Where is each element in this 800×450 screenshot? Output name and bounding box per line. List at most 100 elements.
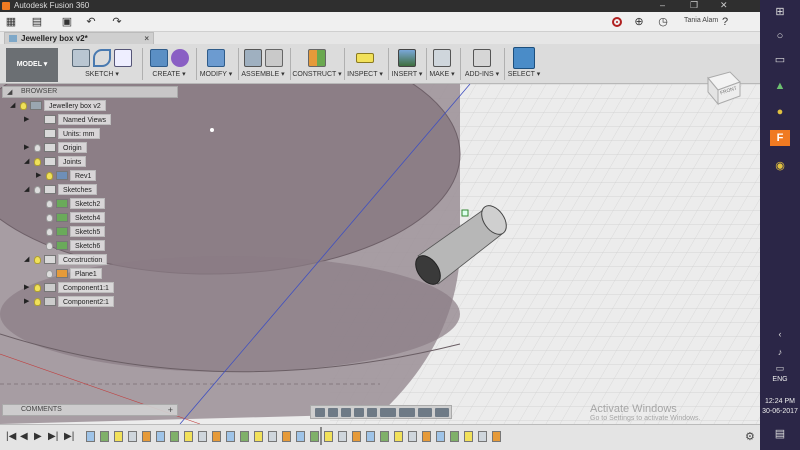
timeline-feature-icon[interactable] bbox=[296, 431, 305, 442]
rectangle-tool-icon[interactable] bbox=[114, 49, 132, 67]
zoom-icon[interactable] bbox=[354, 407, 364, 417]
browser-header[interactable]: ◢ BROWSER bbox=[2, 86, 178, 98]
insert-image-icon[interactable] bbox=[398, 49, 416, 67]
close-window-button[interactable]: ✕ bbox=[720, 0, 728, 11]
clock-date[interactable]: 30-06-2017 bbox=[760, 408, 800, 415]
timeline-feature-icon[interactable] bbox=[338, 431, 347, 442]
visibility-bulb-icon[interactable] bbox=[34, 186, 41, 194]
visibility-bulb-icon[interactable] bbox=[46, 200, 53, 208]
timeline-next-button[interactable]: ▶| bbox=[48, 431, 58, 442]
network-icon[interactable]: ▭ bbox=[770, 360, 790, 376]
addins-group[interactable]: ADD-INS ▾ bbox=[462, 46, 502, 82]
help-icon[interactable]: ? bbox=[718, 15, 732, 29]
timeline-feature-icon[interactable] bbox=[86, 431, 95, 442]
timeline-feature-icon[interactable] bbox=[142, 431, 151, 442]
timeline-feature-icon[interactable] bbox=[268, 431, 277, 442]
new-component-icon[interactable] bbox=[243, 49, 262, 67]
look-at-icon[interactable] bbox=[328, 407, 338, 417]
press-pull-icon[interactable] bbox=[207, 49, 225, 67]
visibility-bulb-icon[interactable] bbox=[34, 144, 41, 152]
timeline-feature-icon[interactable] bbox=[226, 431, 235, 442]
pan-icon[interactable] bbox=[341, 407, 351, 417]
modify-group[interactable]: MODIFY ▾ bbox=[198, 46, 234, 82]
visibility-bulb-icon[interactable] bbox=[46, 270, 53, 278]
timeline-marker[interactable] bbox=[320, 427, 322, 445]
file-menu-icon[interactable]: ▤ bbox=[30, 15, 44, 29]
assemble-menu-label[interactable]: ASSEMBLE ▾ bbox=[240, 70, 286, 80]
cortana-search-icon[interactable]: ○ bbox=[770, 28, 790, 44]
expand-arrow-icon[interactable]: ▶ bbox=[36, 170, 44, 181]
timeline-last-button[interactable]: ▶| bbox=[64, 431, 74, 442]
insert-group[interactable]: INSERT ▾ bbox=[390, 46, 424, 82]
addins-menu-label[interactable]: ADD-INS ▾ bbox=[462, 70, 502, 80]
visibility-bulb-icon[interactable] bbox=[20, 102, 27, 110]
job-status-icon[interactable]: ⊕ bbox=[632, 15, 646, 29]
sculpt-form-icon[interactable] bbox=[170, 49, 189, 67]
timeline-prev-button[interactable]: ◀ bbox=[20, 431, 28, 442]
visibility-bulb-icon[interactable] bbox=[34, 158, 41, 166]
task-view-icon[interactable]: ▭ bbox=[770, 52, 790, 68]
collapse-arrow-icon[interactable]: ◢ bbox=[7, 88, 12, 98]
document-tab[interactable]: Jewellery box v2* × bbox=[4, 32, 154, 44]
viewcube[interactable]: FRONT bbox=[700, 64, 744, 108]
construct-group[interactable]: CONSTRUCT ▾ bbox=[292, 46, 342, 82]
expand-arrow-icon[interactable]: ◢ bbox=[24, 156, 32, 167]
extrude-icon[interactable] bbox=[149, 49, 168, 67]
sketch-group[interactable]: SKETCH ▾ bbox=[62, 46, 142, 82]
viewports-icon[interactable] bbox=[435, 407, 449, 417]
history-clock-icon[interactable]: ◷ bbox=[656, 15, 670, 29]
timeline-feature-icon[interactable] bbox=[478, 431, 487, 442]
visibility-bulb-icon[interactable] bbox=[46, 172, 53, 180]
3d-print-icon[interactable] bbox=[433, 49, 451, 67]
app-tray-icon[interactable]: ▲ bbox=[770, 78, 790, 94]
sketch-menu-label[interactable]: SKETCH ▾ bbox=[62, 70, 142, 80]
minimize-button[interactable]: – bbox=[660, 0, 665, 10]
grid-snap-icon[interactable] bbox=[418, 407, 432, 417]
volume-icon[interactable]: ♪ bbox=[770, 344, 790, 360]
maximize-button[interactable]: ❐ bbox=[690, 0, 698, 11]
display-settings-icon[interactable] bbox=[399, 407, 415, 417]
select-group[interactable]: SELECT ▾ bbox=[506, 46, 542, 82]
timeline-first-button[interactable]: |◀ bbox=[6, 431, 16, 442]
timeline-feature-icon[interactable] bbox=[170, 431, 179, 442]
visibility-bulb-icon[interactable] bbox=[46, 214, 53, 222]
timeline-feature-icon[interactable] bbox=[282, 431, 291, 442]
visibility-bulb-icon[interactable] bbox=[46, 242, 53, 250]
expand-arrow-icon[interactable]: ▶ bbox=[24, 296, 32, 307]
timeline-feature-icon[interactable] bbox=[114, 431, 123, 442]
timeline-feature-icon[interactable] bbox=[366, 431, 375, 442]
assemble-group[interactable]: ASSEMBLE ▾ bbox=[240, 46, 286, 82]
timeline-feature-icon[interactable] bbox=[464, 431, 473, 442]
timeline-feature-icon[interactable] bbox=[100, 431, 109, 442]
timeline-feature-icon[interactable] bbox=[212, 431, 221, 442]
save-icon[interactable]: ▣ bbox=[60, 15, 74, 29]
app-tray-icon-2[interactable]: ● bbox=[770, 104, 790, 120]
close-tab-icon[interactable]: × bbox=[144, 33, 149, 44]
joint-tool-icon[interactable] bbox=[264, 49, 283, 67]
visibility-bulb-icon[interactable] bbox=[34, 256, 41, 264]
user-account[interactable]: Tania Alam bbox=[684, 17, 718, 24]
timeline-feature-icon[interactable] bbox=[380, 431, 389, 442]
show-hidden-icons[interactable]: ‹ bbox=[770, 326, 790, 342]
timeline-settings-icon[interactable]: ⚙ bbox=[745, 430, 755, 443]
construct-menu-label[interactable]: CONSTRUCT ▾ bbox=[292, 70, 342, 80]
select-menu-label[interactable]: SELECT ▾ bbox=[506, 70, 542, 80]
comments-panel[interactable]: COMMENTS + bbox=[2, 404, 178, 416]
action-center-icon[interactable]: ▤ bbox=[770, 426, 790, 442]
timeline-feature-icon[interactable] bbox=[450, 431, 459, 442]
fit-icon[interactable] bbox=[367, 407, 377, 417]
timeline-feature-icon[interactable] bbox=[324, 431, 333, 442]
clock-time[interactable]: 12:24 PM bbox=[760, 398, 800, 405]
expand-arrow-icon[interactable]: ▶ bbox=[24, 142, 32, 153]
line-tool-icon[interactable] bbox=[93, 49, 111, 67]
measure-icon[interactable] bbox=[356, 53, 374, 63]
insert-menu-label[interactable]: INSERT ▾ bbox=[390, 70, 424, 80]
record-icon[interactable] bbox=[612, 17, 622, 27]
inspect-menu-label[interactable]: INSPECT ▾ bbox=[346, 70, 384, 80]
data-panel-grid-icon[interactable]: ▦ bbox=[4, 15, 18, 29]
windows-start-icon[interactable]: ⊞ bbox=[770, 4, 790, 20]
expand-arrow-icon[interactable]: ◢ bbox=[10, 100, 18, 111]
timeline-feature-icon[interactable] bbox=[422, 431, 431, 442]
timeline-feature-icon[interactable] bbox=[436, 431, 445, 442]
make-group[interactable]: MAKE ▾ bbox=[428, 46, 456, 82]
